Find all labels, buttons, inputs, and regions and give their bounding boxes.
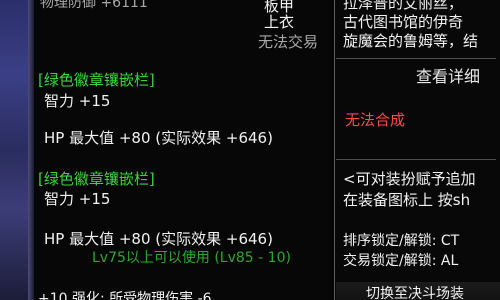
trade-lock-hint: 交易锁定/解锁: AL bbox=[343, 253, 459, 269]
dressup-tip: 在装备图标上 按sh bbox=[343, 191, 471, 209]
divider bbox=[336, 159, 496, 160]
stat-hp: HP 最大值 +80 (实际效果 +646) bbox=[44, 129, 273, 147]
stat-hp: HP 最大值 +80 (实际效果 +646) bbox=[44, 230, 273, 248]
stat-int: 智力 +15 bbox=[44, 92, 111, 110]
badge-slot-header: [绿色徽章镶嵌栏] bbox=[38, 170, 155, 188]
badge-slot-header: [绿色徽章镶嵌栏] bbox=[38, 71, 155, 89]
enhance-text: +10 强化: 所受物理伤害 -6 bbox=[38, 291, 212, 300]
view-detail-button[interactable]: 查看详细 bbox=[416, 64, 500, 90]
defense-text: 物理防御 +6111 bbox=[40, 0, 148, 11]
description-line: 旋魔会的鲁姆等，结 bbox=[343, 32, 479, 50]
divider bbox=[336, 58, 496, 59]
item-tooltip: 物理防御 +6111 板甲 上衣 无法交易 [绿色徽章镶嵌栏] 智力 +15 H… bbox=[34, 0, 335, 300]
sort-lock-hint: 排序锁定/解锁: CT bbox=[343, 233, 460, 249]
trade-status: 无法交易 bbox=[258, 33, 319, 51]
duel-switch-label: 切换至决斗场装 bbox=[366, 286, 464, 300]
stat-int: 智力 +15 bbox=[44, 190, 111, 208]
dressup-tip: <可对装扮赋予追加 bbox=[343, 170, 476, 188]
cannot-synthesize-status: 无法合成 bbox=[345, 111, 406, 129]
background-strip bbox=[0, 0, 34, 300]
description-line: 古代图书馆的伊奇 bbox=[343, 13, 464, 31]
usable-level: Lv75以上可以使用 (Lv85 - 10) bbox=[92, 250, 291, 266]
item-slot: 上衣 bbox=[264, 13, 295, 31]
duel-switch-button[interactable]: 切换至决斗场装 bbox=[336, 282, 500, 300]
